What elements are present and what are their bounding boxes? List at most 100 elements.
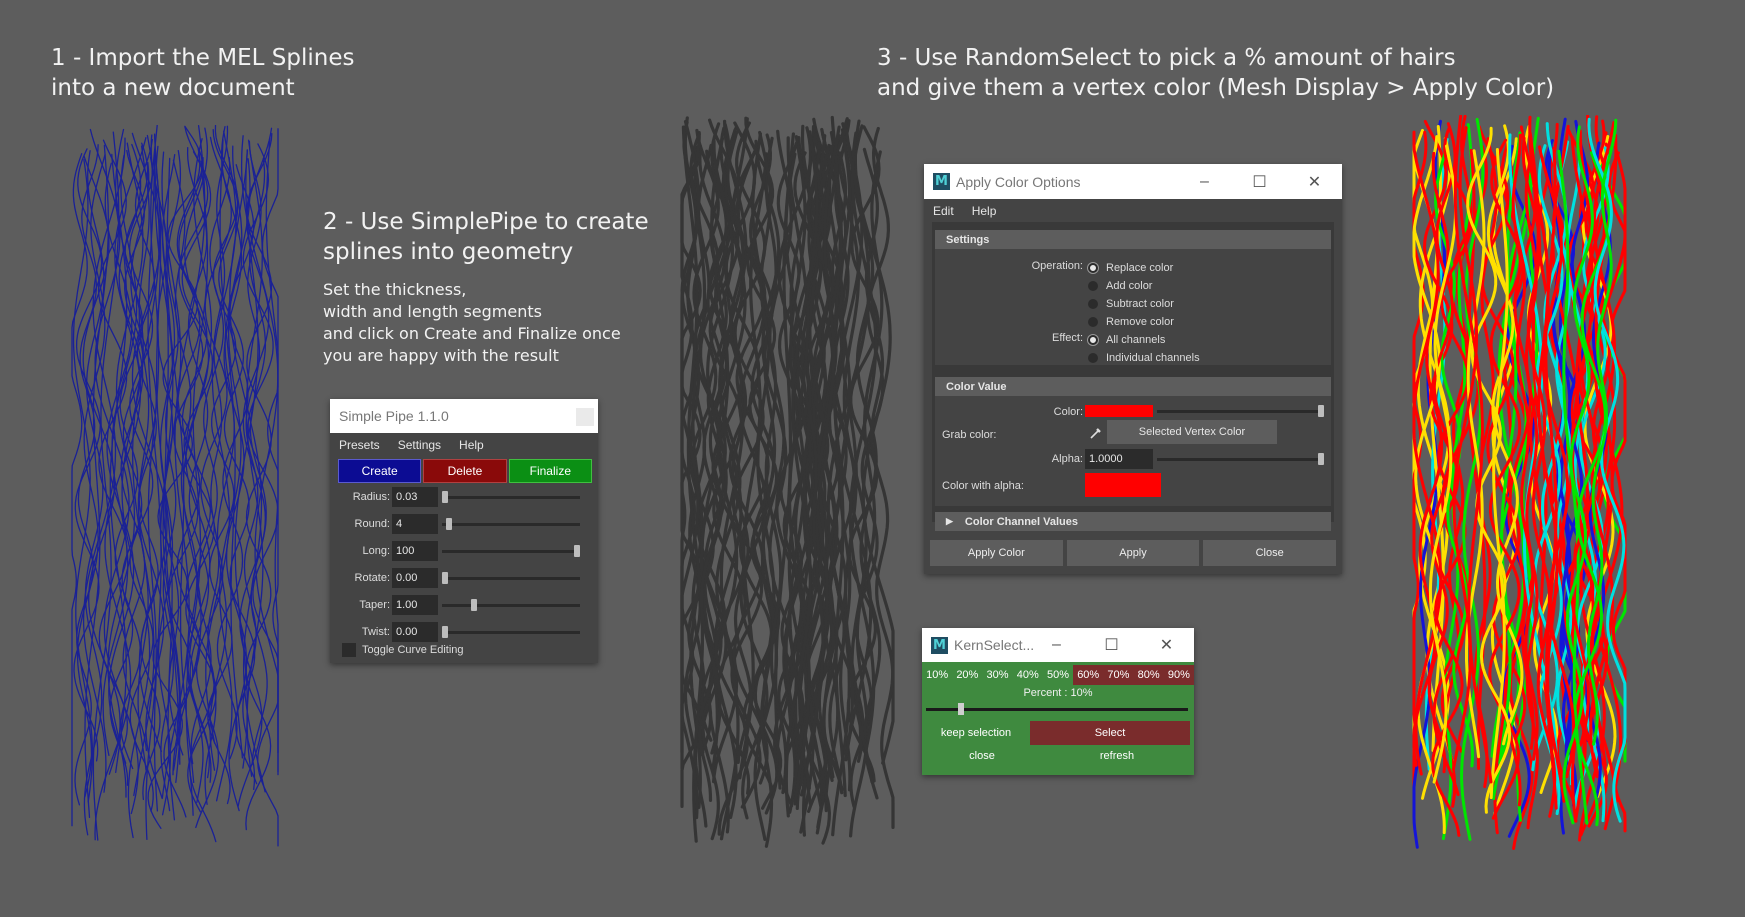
radio-unselected-icon[interactable] xyxy=(1088,353,1098,363)
pipe-param-slider-track[interactable] xyxy=(442,577,580,580)
alpha-label: Alpha: xyxy=(1051,453,1083,465)
alpha-input[interactable]: 1.0000 xyxy=(1085,449,1153,469)
pipe-param-input[interactable]: 0.00 xyxy=(392,568,438,588)
maya-logo-icon: M xyxy=(933,173,950,190)
radio-option[interactable]: All channels xyxy=(1088,331,1200,349)
pipe-param-slider-thumb[interactable] xyxy=(442,491,448,503)
pipe-param-slider-track[interactable] xyxy=(442,550,580,553)
delete-button[interactable]: Delete xyxy=(423,459,507,483)
simple-pipe-action-buttons: Create Delete Finalize xyxy=(338,459,592,483)
pipe-param-slider-thumb[interactable] xyxy=(445,518,452,530)
kern-select-titlebar[interactable]: M KernSelect... – ☐ ✕ xyxy=(922,628,1194,662)
color-channel-values-header[interactable]: ▶ Color Channel Values xyxy=(935,512,1331,531)
spline-strand xyxy=(74,144,99,806)
alpha-slider-track[interactable] xyxy=(1157,458,1323,461)
percent-button[interactable]: 30% xyxy=(982,665,1013,685)
color-with-alpha-label: Color with alpha: xyxy=(942,480,1024,492)
apply-button[interactable]: Apply xyxy=(1066,540,1200,566)
step2-desc-line1: Set the thickness, xyxy=(323,280,467,299)
spline-strand xyxy=(261,128,279,754)
close-button[interactable]: Close xyxy=(1203,540,1337,566)
close-icon[interactable]: ✕ xyxy=(1139,628,1194,662)
pipe-param-slider-thumb[interactable] xyxy=(574,545,580,557)
pipe-param-input[interactable]: 0.00 xyxy=(392,622,438,642)
color-value-section-header[interactable]: Color Value xyxy=(935,377,1331,396)
pipe-param-slider-thumb[interactable] xyxy=(442,626,448,638)
minimize-icon[interactable]: – xyxy=(1029,628,1084,662)
close-icon[interactable]: ✕ xyxy=(1287,164,1342,199)
radio-option[interactable]: Remove color xyxy=(1088,313,1174,331)
radio-unselected-icon[interactable] xyxy=(1088,281,1098,291)
simple-pipe-window: Simple Pipe 1.1.0 Presets Settings Help … xyxy=(330,399,598,663)
radio-selected-icon[interactable] xyxy=(1088,335,1098,345)
pipe-param-slider-track[interactable] xyxy=(442,523,580,526)
color-value-panel: Color: Grab color: Selected Vertex Color… xyxy=(935,396,1331,506)
percent-button[interactable]: 80% xyxy=(1133,665,1164,685)
pipe-param-row: Twist: 0.00 xyxy=(330,622,598,644)
menu-help[interactable]: Help xyxy=(450,438,493,452)
color-swatch[interactable] xyxy=(1085,405,1153,417)
menu-presets[interactable]: Presets xyxy=(330,438,389,452)
select-button[interactable]: Select xyxy=(1030,721,1190,745)
percent-slider[interactable] xyxy=(922,699,1194,719)
apply-color-button[interactable]: Apply Color xyxy=(930,540,1063,566)
radio-label: Subtract color xyxy=(1106,298,1174,310)
pipe-param-slider-thumb[interactable] xyxy=(442,572,448,584)
color-slider-track[interactable] xyxy=(1157,410,1323,413)
color-label: Color: xyxy=(1053,406,1083,418)
simple-pipe-title: Simple Pipe 1.1.0 xyxy=(339,408,449,424)
create-button[interactable]: Create xyxy=(338,459,422,483)
menu-help[interactable]: Help xyxy=(963,204,1006,218)
percent-slider-track[interactable] xyxy=(926,708,1188,711)
maximize-icon[interactable]: ☐ xyxy=(1084,628,1139,662)
color-slider-thumb[interactable] xyxy=(1318,405,1324,417)
percent-button[interactable]: 10% xyxy=(922,665,953,685)
settings-section-header[interactable]: Settings xyxy=(935,230,1331,249)
radio-unselected-icon[interactable] xyxy=(1088,299,1098,309)
pipe-param-label: Rotate: xyxy=(354,572,390,584)
pipe-param-input[interactable]: 0.03 xyxy=(392,487,438,507)
minimize-icon[interactable]: – xyxy=(1177,164,1232,199)
alpha-slider-thumb[interactable] xyxy=(1318,453,1324,465)
settings-header-label: Settings xyxy=(946,233,990,246)
close-link[interactable]: close xyxy=(922,750,1042,762)
apply-color-title: Apply Color Options xyxy=(956,173,1081,190)
percent-button[interactable]: 90% xyxy=(1163,665,1194,685)
keep-selection-button[interactable]: keep selection xyxy=(922,727,1030,739)
pipe-param-row: Long: 100 xyxy=(330,541,598,563)
pipe-param-row: Taper: 1.00 xyxy=(330,595,598,617)
pipe-param-slider-thumb[interactable] xyxy=(471,599,478,611)
percent-button[interactable]: 60% xyxy=(1073,665,1104,685)
refresh-link[interactable]: refresh xyxy=(1042,750,1192,762)
spline-strand xyxy=(72,159,94,803)
finalize-button[interactable]: Finalize xyxy=(508,459,592,483)
apply-color-titlebar[interactable]: M Apply Color Options – ☐ ✕ xyxy=(924,164,1342,199)
pipe-param-input[interactable]: 100 xyxy=(392,541,438,561)
radio-option[interactable]: Subtract color xyxy=(1088,295,1174,313)
radio-selected-icon[interactable] xyxy=(1088,263,1098,273)
menu-settings[interactable]: Settings xyxy=(389,438,450,452)
radio-unselected-icon[interactable] xyxy=(1088,317,1098,327)
eyedropper-icon[interactable] xyxy=(1089,426,1103,440)
simple-pipe-titlebar[interactable]: Simple Pipe 1.1.0 xyxy=(330,399,598,433)
pipe-param-row: Radius: 0.03 xyxy=(330,487,598,509)
percent-button[interactable]: 50% xyxy=(1042,665,1074,685)
maximize-icon[interactable]: ☐ xyxy=(1232,164,1287,199)
pipe-param-slider-track[interactable] xyxy=(442,631,580,634)
apply-color-buttons: Apply Color Apply Close xyxy=(930,540,1337,566)
pipe-param-input[interactable]: 4 xyxy=(392,514,438,534)
close-icon[interactable] xyxy=(576,408,594,426)
percent-button[interactable]: 40% xyxy=(1012,665,1043,685)
pipe-param-slider-track[interactable] xyxy=(442,496,580,499)
percent-slider-thumb[interactable] xyxy=(958,703,965,715)
radio-option[interactable]: Replace color xyxy=(1088,259,1174,277)
menu-edit[interactable]: Edit xyxy=(924,204,963,218)
vertex-colored-hair-render xyxy=(1412,115,1627,850)
selected-vertex-color-button[interactable]: Selected Vertex Color xyxy=(1107,420,1277,444)
percent-button[interactable]: 20% xyxy=(952,665,983,685)
pipe-param-input[interactable]: 1.00 xyxy=(392,595,438,615)
pipe-param-slider-track[interactable] xyxy=(442,604,580,607)
percent-button[interactable]: 70% xyxy=(1103,665,1134,685)
radio-option[interactable]: Add color xyxy=(1088,277,1174,295)
radio-option[interactable]: Individual channels xyxy=(1088,349,1200,367)
